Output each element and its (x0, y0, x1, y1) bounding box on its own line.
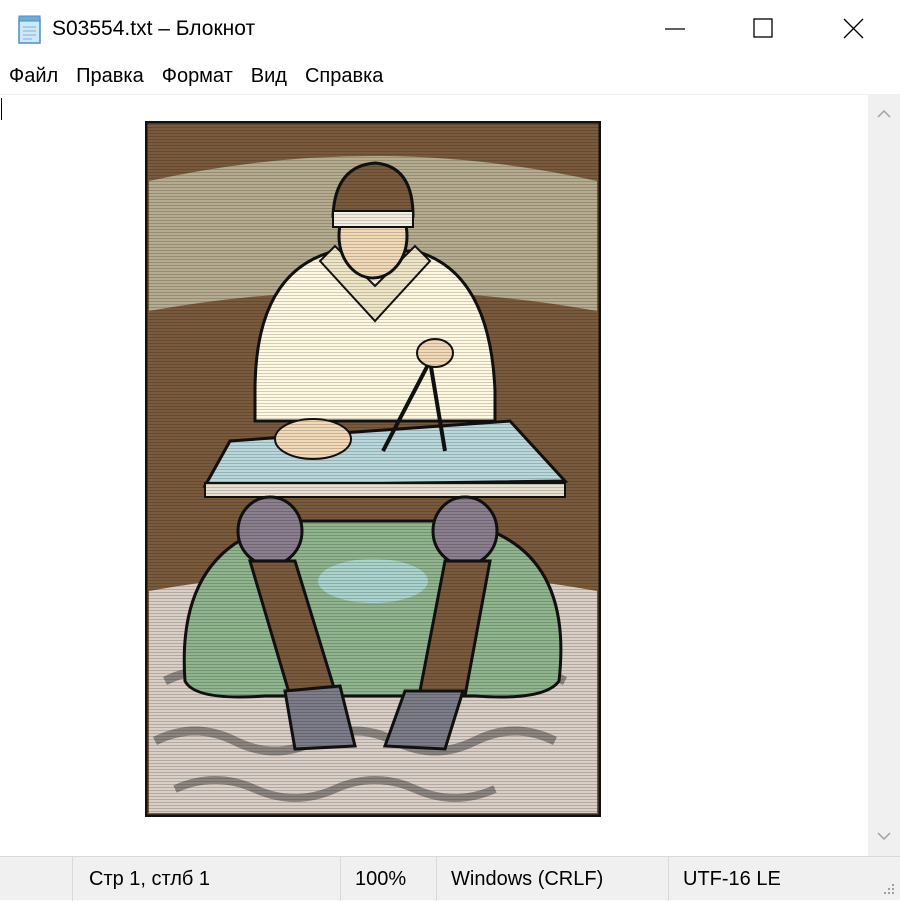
maximize-button[interactable] (718, 0, 810, 58)
text-editor-area[interactable] (0, 94, 868, 857)
close-icon (843, 18, 864, 39)
scroll-up-button[interactable] (868, 98, 900, 130)
menu-format[interactable]: Формат (153, 58, 242, 94)
minimize-icon (665, 28, 685, 30)
clipart-man-drafting-image (144, 120, 602, 818)
chevron-up-icon (877, 109, 891, 118)
window-title: S03554.txt – Блокнот (52, 17, 256, 40)
maximize-icon (753, 18, 773, 38)
status-bar: Стр 1, стлб 1 100% Windows (CRLF) UTF-16… (0, 856, 900, 901)
menu-view[interactable]: Вид (242, 58, 296, 94)
menu-edit[interactable]: Правка (67, 58, 153, 94)
menu-bar: Файл Правка Формат Вид Справка (0, 58, 900, 94)
status-cursor-position: Стр 1, стлб 1 (72, 857, 340, 901)
vertical-scrollbar[interactable] (868, 94, 900, 856)
status-line-endings: Windows (CRLF) (436, 857, 668, 901)
scroll-down-button[interactable] (868, 820, 900, 852)
status-zoom: 100% (340, 857, 436, 901)
title-bar[interactable]: S03554.txt – Блокнот (0, 0, 900, 58)
menu-file[interactable]: Файл (0, 58, 67, 94)
chevron-down-icon (877, 832, 891, 841)
notepad-icon (16, 14, 44, 44)
text-caret (1, 98, 2, 120)
close-button[interactable] (808, 0, 900, 58)
status-encoding: UTF-16 LE (668, 857, 868, 901)
resize-grip-icon[interactable] (880, 880, 896, 896)
menu-help[interactable]: Справка (296, 58, 392, 94)
minimize-button[interactable] (630, 0, 722, 58)
